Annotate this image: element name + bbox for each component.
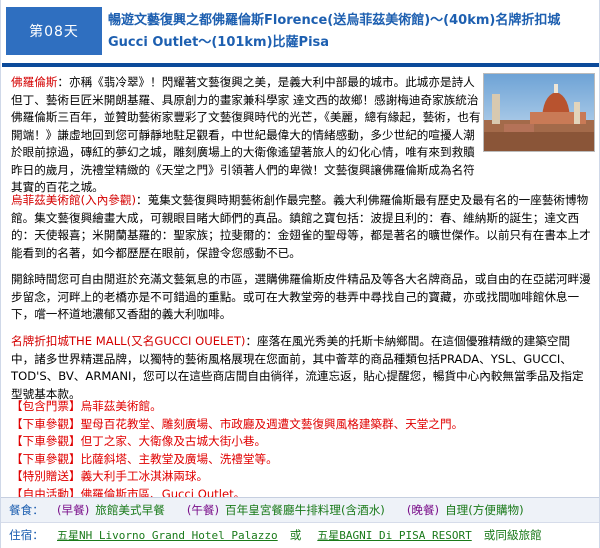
day-title-line1: 暢遊文藝復興之都佛羅倫斯Florence(送烏菲茲美術館)～(40km)名牌折扣…: [108, 13, 561, 28]
freetime-paragraph: 開餘時間您可自由閒逛於充滿文藝氣息的市區，選購佛羅倫斯皮件精品及等各大名牌商品，…: [11, 271, 593, 324]
hotel-or: 或: [289, 528, 302, 542]
itinerary-page: 第08天 暢遊文藝復興之都佛羅倫斯Florence(送烏菲茲美術館)～(40km…: [0, 0, 600, 548]
lunch-key: (午餐): [186, 503, 220, 517]
florence-paragraph: 佛羅倫斯：亦稱《翡冷翠》！閃耀著文藝復興之美，是義大利中部最的城市。此城亦是詩人…: [11, 74, 481, 197]
hotel-suffix: 或同級旅館: [483, 528, 542, 542]
meal-label: 餐食：: [9, 503, 44, 517]
hotel-link-1[interactable]: 五星NH Livorno Grand Hotel Palazzo: [57, 527, 278, 543]
list-item: 【下車參觀】但丁之家、大衛像及古城大街小巷。: [11, 434, 267, 449]
florence-text: ：亦稱《翡冷翠》！閃耀著文藝復興之美，是義大利中部最的城市。此城亦是詩人但丁、藝…: [11, 75, 481, 194]
uffizi-lead-note: (入內參觀): [80, 193, 136, 207]
breakfast-value: 旅館美式早餐: [95, 503, 165, 517]
freetime-text: 開餘時間您可自由閒逛於充滿文藝氣息的市區，選購佛羅倫斯皮件精品及等各大名牌商品，…: [11, 272, 591, 321]
day-badge: 第08天: [6, 7, 102, 55]
list-item: 【下車參觀】聖母百花教堂、雕刻廣場、市政廳及週遭文藝復興風格建築群、天堂之門。: [11, 416, 464, 431]
outlet-lead: 名牌折扣城THE MALL(又名GUCCI OUELET): [11, 334, 246, 348]
highlights-list: 【包含門票】烏菲茲美術館。 【下車參觀】聖母百花教堂、雕刻廣場、市政廳及週遭文藝…: [11, 398, 593, 504]
breakfast-key: (早餐): [57, 503, 90, 517]
uffizi-paragraph: 烏菲茲美術館(入內參觀)：蒐集文藝復興時期藝術創作最完整。義大利佛羅倫斯最有歷史…: [11, 192, 593, 262]
florence-lead: 佛羅倫斯: [11, 75, 58, 89]
florence-skyline-icon: [484, 74, 594, 151]
lunch-value: 百年皇宮餐廳牛排料理(含酒水): [225, 503, 385, 517]
dinner-value: 自理(方便購物): [445, 503, 524, 517]
hotel-link-2[interactable]: 五星BAGNI Di PISA RESORT: [317, 527, 471, 543]
day-title-line2: Gucci Outlet～(101km)比薩Pisa: [108, 35, 330, 50]
day-header: 第08天 暢遊文藝復興之都佛羅倫斯Florence(送烏菲茲美術館)～(40km…: [2, 1, 599, 67]
list-item: 【下車參觀】比薩斜塔、主教堂及廣場、洗禮堂等。: [11, 451, 278, 466]
uffizi-lead: 烏菲茲美術館: [11, 193, 81, 207]
day-info-table: 餐食： (早餐) 旅館美式早餐 (午餐) 百年皇宮餐廳牛排料理(含酒水) (晚餐…: [1, 497, 599, 548]
hotel-row: 住宿： 五星NH Livorno Grand Hotel Palazzo 或 五…: [1, 522, 599, 547]
hotel-label: 住宿：: [9, 528, 44, 542]
outlet-paragraph: 名牌折扣城THE MALL(又名GUCCI OUELET)：座落在風光秀美的托斯…: [11, 333, 593, 403]
day-title: 暢遊文藝復興之都佛羅倫斯Florence(送烏菲茲美術館)～(40km)名牌折扣…: [108, 10, 598, 54]
meal-row: 餐食： (早餐) 旅館美式早餐 (午餐) 百年皇宮餐廳牛排料理(含酒水) (晚餐…: [1, 498, 599, 522]
florence-cathedral-photo: [483, 73, 595, 152]
list-item: 【特別贈送】義大利手工冰淇淋兩球。: [11, 469, 209, 484]
list-item: 【包含門票】烏菲茲美術館。: [11, 399, 162, 413]
dinner-key: (晚餐): [406, 503, 440, 517]
